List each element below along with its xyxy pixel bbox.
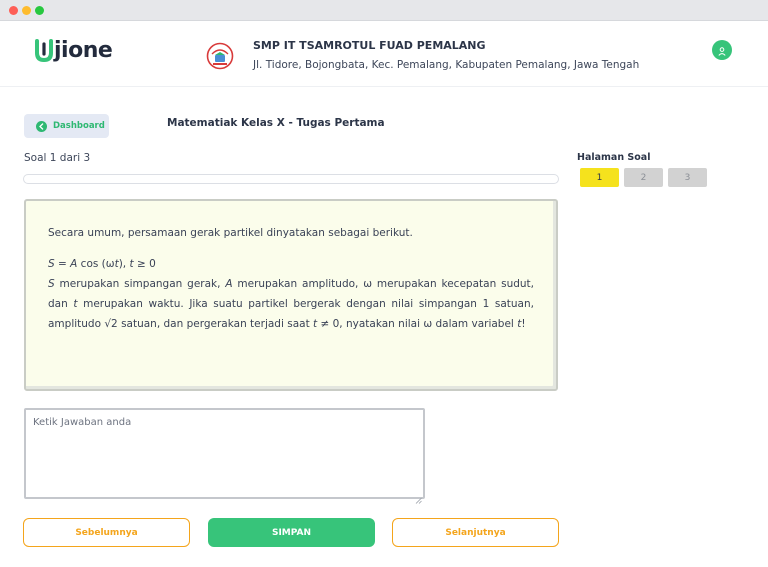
user-menu-button[interactable] (712, 40, 732, 60)
logo-text: jione (54, 37, 113, 63)
question-formula: S = A cos (ωt), t ≥ 0 (48, 258, 156, 270)
arrow-left-circle-icon (36, 120, 47, 132)
progress-bar (23, 174, 559, 184)
close-window-button[interactable] (9, 6, 18, 15)
dashboard-button-label: Dashboard (53, 121, 105, 131)
question-box: Secara umum, persamaan gerak partikel di… (24, 199, 558, 391)
answer-textarea[interactable] (26, 410, 423, 497)
user-icon (718, 41, 726, 60)
ujione-logo[interactable]: jione (35, 37, 113, 63)
app-header: jione SMP IT TSAMROTUL FUAD PEMALANG Jl.… (0, 21, 768, 87)
question-body: S merupakan simpangan gerak, A merupakan… (48, 278, 534, 330)
school-address: Jl. Tidore, Bojongbata, Kec. Pemalang, K… (253, 59, 640, 71)
question-pages: 1 2 3 (580, 168, 707, 187)
answer-field-wrapper (24, 408, 425, 504)
next-button[interactable]: Selanjutnya (392, 518, 559, 547)
dashboard-button[interactable]: Dashboard (24, 114, 109, 138)
maximize-window-button[interactable] (35, 6, 44, 15)
window-titlebar (0, 0, 768, 21)
app-window: jione SMP IT TSAMROTUL FUAD PEMALANG Jl.… (0, 0, 768, 567)
course-title: Matematiak Kelas X - Tugas Pertama (167, 117, 385, 129)
previous-button[interactable]: Sebelumnya (23, 518, 190, 547)
page-button-2[interactable]: 2 (624, 168, 663, 187)
school-name: SMP IT TSAMROTUL FUAD PEMALANG (253, 39, 486, 52)
school-logo-icon (206, 42, 234, 70)
page-button-3[interactable]: 3 (668, 168, 707, 187)
save-button[interactable]: SIMPAN (208, 518, 375, 547)
question-intro: Secara umum, persamaan gerak partikel di… (48, 227, 413, 239)
page-button-1[interactable]: 1 (580, 168, 619, 187)
resize-grip-icon[interactable] (415, 489, 422, 504)
ujione-logo-mark-icon (35, 38, 53, 63)
minimize-window-button[interactable] (22, 6, 31, 15)
question-pages-title: Halaman Soal (577, 152, 651, 163)
question-counter: Soal 1 dari 3 (24, 152, 91, 164)
